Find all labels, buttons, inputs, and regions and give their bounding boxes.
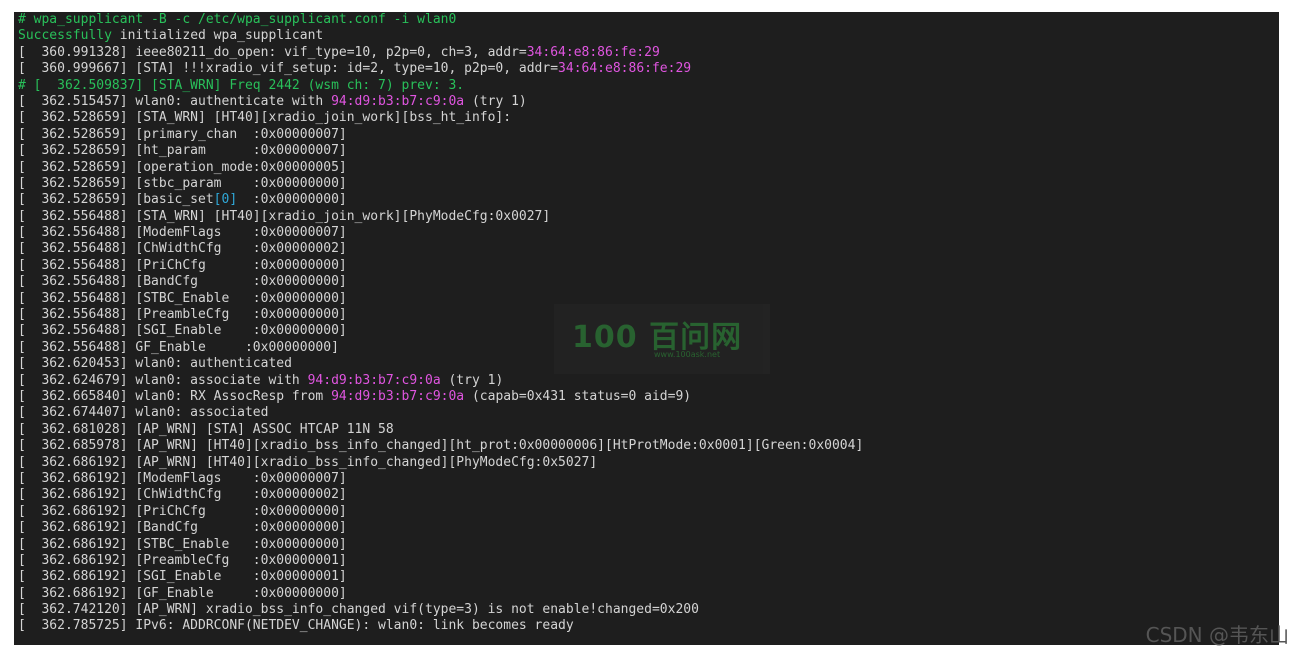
terminal-text-segment: [ 362.665840] wlan0: RX AssocResp from <box>18 388 332 404</box>
watermark-100ask: 100 百问网 www.100ask.net <box>554 304 770 374</box>
terminal-text-segment: [ 362.528659] [primary_chan :0x00000007] <box>18 126 347 142</box>
terminal-text-segment: [ 362.686192] [PriChCfg :0x00000000] <box>18 503 347 519</box>
terminal-text-segment: [ 362.515457] wlan0: authenticate with <box>18 93 332 109</box>
terminal-text-segment: # [ 362.509837] [STA_WRN] Freq 2442 (wsm… <box>18 77 465 93</box>
terminal-text-segment: [ 362.686192] [ChWidthCfg :0x00000002] <box>18 487 347 503</box>
terminal-line: [ 362.515457] wlan0: authenticate with 9… <box>18 94 1279 110</box>
terminal-text-segment: initialized wpa_supplicant <box>111 28 324 44</box>
terminal-text-segment: [ 362.624679] wlan0: associate with <box>18 372 308 388</box>
terminal-line: [ 362.686192] [ChWidthCfg :0x00000002] <box>18 487 1279 503</box>
terminal-line: [ 362.528659] [operation_mode:0x00000005… <box>18 160 1279 176</box>
terminal-line: [ 362.528659] [primary_chan :0x00000007] <box>18 127 1279 143</box>
terminal-text-segment: 34:64:e8:86:fe:29 <box>526 44 660 60</box>
terminal-line: Successfully initialized wpa_supplicant <box>18 28 1279 44</box>
terminal-text-segment: [ 362.556488] [STBC_Enable :0x00000000] <box>18 290 347 306</box>
terminal-line: [ 362.624679] wlan0: associate with 94:d… <box>18 373 1279 389</box>
terminal-text-segment: [ 362.528659] [basic_set <box>18 192 214 208</box>
terminal-text-segment: [ 362.686192] [AP_WRN] [HT40][xradio_bss… <box>18 454 598 470</box>
terminal-text-segment: [ 362.742120] [AP_WRN] xradio_bss_info_c… <box>18 602 699 618</box>
terminal-text-segment: [ 360.991328] ieee80211_do_open: vif_typ… <box>18 44 527 60</box>
terminal-line: [ 362.785725] IPv6: ADDRCONF(NETDEV_CHAN… <box>18 618 1279 634</box>
terminal-text-segment: [ 362.556488] [PriChCfg :0x00000000] <box>18 257 347 273</box>
terminal-text-segment: [ 362.785725] IPv6: ADDRCONF(NETDEV_CHAN… <box>18 618 574 634</box>
terminal-line: [ 362.686192] [PriChCfg :0x00000000] <box>18 504 1279 520</box>
terminal-text-segment: [ 362.528659] [operation_mode:0x00000005… <box>18 159 347 175</box>
terminal-text-segment: [ 362.686192] [PreambleCfg :0x00000001] <box>18 552 347 568</box>
terminal-text-segment: [ 362.681028] [AP_WRN] [STA] ASSOC HTCAP… <box>18 421 394 437</box>
terminal-line: [ 362.528659] [basic_set[0] :0x00000000] <box>18 192 1279 208</box>
terminal-text-segment: [ 362.556488] GF_Enable :0x00000000] <box>18 339 339 355</box>
terminal-text-segment: [ 362.556488] [STA_WRN] [HT40][xradio_jo… <box>18 208 551 224</box>
terminal-text-segment: :0x00000000] <box>237 192 347 208</box>
terminal-line: [ 362.556488] [ChWidthCfg :0x00000002] <box>18 241 1279 257</box>
terminal-line: [ 362.681028] [AP_WRN] [STA] ASSOC HTCAP… <box>18 422 1279 438</box>
terminal-line: # [ 362.509837] [STA_WRN] Freq 2442 (wsm… <box>18 78 1279 94</box>
terminal-line: [ 362.685978] [AP_WRN] [HT40][xradio_bss… <box>18 438 1279 454</box>
terminal-line: [ 362.528659] [STA_WRN] [HT40][xradio_jo… <box>18 110 1279 126</box>
terminal-line: # wpa_supplicant -B -c /etc/wpa_supplica… <box>18 12 1279 28</box>
terminal-text-segment: [ 362.685978] [AP_WRN] [HT40][xradio_bss… <box>18 438 864 454</box>
terminal-line: [ 362.686192] [ModemFlags :0x00000007] <box>18 471 1279 487</box>
terminal-text-segment: [ 362.556488] [BandCfg :0x00000000] <box>18 274 347 290</box>
terminal-text-segment: 94:d9:b3:b7:c9:0a <box>307 372 441 388</box>
terminal-text-segment: [ 362.528659] [ht_param :0x00000007] <box>18 143 347 159</box>
terminal-text-segment: [ 362.686192] [BandCfg :0x00000000] <box>18 520 347 536</box>
watermark-url: www.100ask.net <box>654 350 721 359</box>
terminal-line: [ 362.686192] [SGI_Enable :0x00000001] <box>18 569 1279 585</box>
terminal-line: [ 362.742120] [AP_WRN] xradio_bss_info_c… <box>18 602 1279 618</box>
terminal-line: [ 362.556488] [ModemFlags :0x00000007] <box>18 225 1279 241</box>
terminal-text-segment: [ 362.528659] [STA_WRN] [HT40][xradio_jo… <box>18 110 512 126</box>
terminal-text-segment: Successfully <box>18 28 112 44</box>
terminal-line: [ 362.556488] [PriChCfg :0x00000000] <box>18 258 1279 274</box>
terminal-text-segment: [ 362.620453] wlan0: authenticated <box>18 356 292 372</box>
csdn-credit: CSDN @韦东山 <box>1145 623 1289 647</box>
terminal-text-segment: [ 360.999667] [STA] !!!xradio_vif_setup:… <box>18 61 559 77</box>
terminal-line: [ 362.528659] [stbc_param :0x00000000] <box>18 176 1279 192</box>
terminal-line: [ 362.686192] [PreambleCfg :0x00000001] <box>18 553 1279 569</box>
terminal-text-segment: [ 362.556488] [SGI_Enable :0x00000000] <box>18 323 347 339</box>
terminal-text-segment: [0] <box>213 192 238 208</box>
terminal-line: [ 362.556488] [STA_WRN] [HT40][xradio_jo… <box>18 209 1279 225</box>
terminal-text-segment: [ 362.528659] [stbc_param :0x00000000] <box>18 175 347 191</box>
terminal-line: [ 362.528659] [ht_param :0x00000007] <box>18 143 1279 159</box>
terminal-text-segment: [ 362.686192] [SGI_Enable :0x00000001] <box>18 569 347 585</box>
terminal-text-segment: [ 362.556488] [PreambleCfg :0x00000000] <box>18 307 347 323</box>
terminal-line: [ 360.991328] ieee80211_do_open: vif_typ… <box>18 45 1279 61</box>
terminal-line: [ 362.686192] [STBC_Enable :0x00000000] <box>18 537 1279 553</box>
terminal-line: [ 362.686192] [AP_WRN] [HT40][xradio_bss… <box>18 455 1279 471</box>
terminal-text-segment: [ 362.686192] [STBC_Enable :0x00000000] <box>18 536 347 552</box>
terminal-line: [ 360.999667] [STA] !!!xradio_vif_setup:… <box>18 61 1279 77</box>
terminal-window[interactable]: # wpa_supplicant -B -c /etc/wpa_supplica… <box>14 12 1279 645</box>
terminal-text-segment: [ 362.674407] wlan0: associated <box>18 405 269 421</box>
terminal-text-segment: 94:d9:b3:b7:c9:0a <box>331 93 465 109</box>
terminal-text-segment: # wpa_supplicant -B -c /etc/wpa_supplica… <box>18 12 457 27</box>
terminal-text-segment: [ 362.556488] [ChWidthCfg :0x00000002] <box>18 241 347 257</box>
terminal-text-segment: (try 1) <box>440 372 504 388</box>
terminal-text-segment: (capab=0x431 status=0 aid=9) <box>464 388 692 404</box>
terminal-line: [ 362.686192] [BandCfg :0x00000000] <box>18 520 1279 536</box>
terminal-line: [ 362.674407] wlan0: associated <box>18 405 1279 421</box>
terminal-text-segment: (try 1) <box>464 93 527 109</box>
terminal-text-segment: 34:64:e8:86:fe:29 <box>558 61 692 77</box>
terminal-line: [ 362.686192] [GF_Enable :0x00000000] <box>18 586 1279 602</box>
terminal-line: [ 362.665840] wlan0: RX AssocResp from 9… <box>18 389 1279 405</box>
terminal-text-segment: [ 362.556488] [ModemFlags :0x00000007] <box>18 225 347 241</box>
terminal-line: [ 362.556488] [BandCfg :0x00000000] <box>18 274 1279 290</box>
terminal-text-segment: [ 362.686192] [GF_Enable :0x00000000] <box>18 585 347 601</box>
terminal-text-segment: [ 362.686192] [ModemFlags :0x00000007] <box>18 470 347 486</box>
terminal-text-segment: 94:d9:b3:b7:c9:0a <box>331 388 465 404</box>
